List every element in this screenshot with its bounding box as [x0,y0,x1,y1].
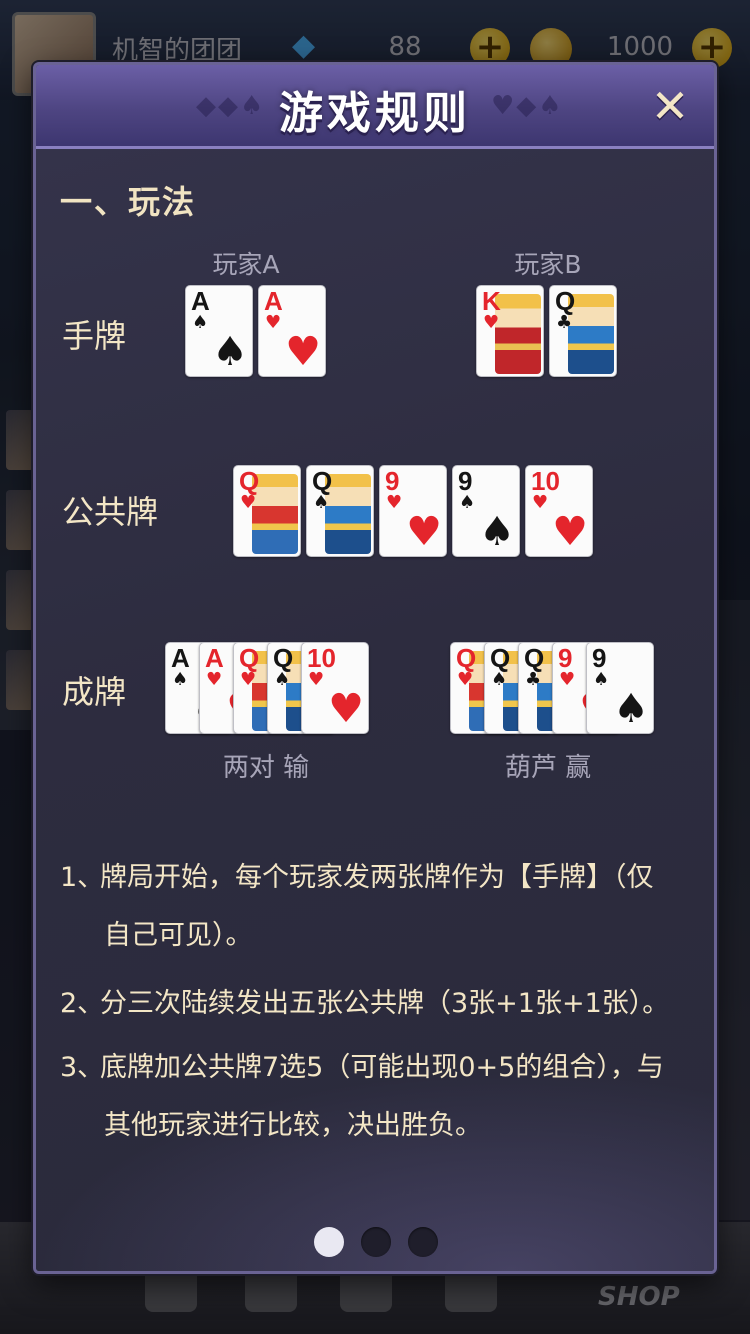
card-pip-icon: ♥ [406,509,442,555]
card-rank: Q [490,643,511,673]
player-a-result: 两对 输 [222,753,310,783]
playing-card: Q ♣ [549,285,617,377]
card-suit-icon: ♠ [313,492,330,513]
game-rules-dialog: ◆◆♠ ♥◆♠ 游戏规则 ✕ 一、玩法 玩家A 玩家B 手牌 公共牌 成牌 A ♠… [33,62,717,1274]
card-suit-icon: ♠ [172,669,189,690]
card-suit-icon: ♥ [532,492,549,513]
page-dot-1[interactable] [314,1227,344,1257]
close-button[interactable]: ✕ [644,81,696,133]
card-suit-icon: ♠ [192,312,209,333]
rule-item-1: 1、牌局开始，每个玩家发两张牌作为【手牌】（仅 自己可见）。 [60,862,654,951]
playing-card: 10 ♥ ♥ [525,465,593,557]
playing-card: 10 ♥ ♥ [301,642,369,734]
card-rank: A [264,286,283,316]
card-suit-icon: ♣ [556,312,573,333]
card-suit-icon: ♠ [274,669,291,690]
card-suit-icon: ♥ [559,669,576,690]
card-pip-icon: ♠ [479,509,515,555]
card-rank: A [191,286,210,316]
card-rank: Q [456,643,477,673]
community-label: 公共牌 [62,493,159,531]
card-rank: 9 [385,466,400,496]
card-rank: Q [312,466,333,496]
card-suit-icon: ♥ [483,312,500,333]
card-suit-icon: ♥ [240,669,257,690]
player-a-label: 玩家A [212,250,280,279]
page-dot-2[interactable] [361,1227,391,1257]
playing-card: Q ♠ [306,465,374,557]
card-rank: 9 [458,466,473,496]
card-rank: K [482,286,501,316]
playing-card: 9♥♥ [379,465,447,557]
card-suit-icon: ♠ [491,669,508,690]
card-pip-icon: ♠ [212,329,248,375]
page-dot-3[interactable] [408,1227,438,1257]
playing-card: Q ♥ [233,465,301,557]
hand-label: 手牌 [62,317,127,355]
player-b-result: 葫芦 赢 [504,753,592,783]
rule-item-3: 3、底牌加公共牌7选5（可能出现0+5的组合），与 其他玩家进行比较，决出胜负。 [60,1052,664,1141]
playing-card: 9 ♠ ♠ [452,465,520,557]
playing-card: K ♥ [476,285,544,377]
card-rank: 10 [531,466,560,496]
section-title: 一、玩法 [60,183,197,221]
dialog-header: ◆◆♠ ♥◆♠ 游戏规则 ✕ [36,65,714,149]
card-rank: A [171,643,190,673]
card-pip-icon: ♥ [552,509,588,555]
player-b-label: 玩家B [514,250,582,279]
card-rank: 10 [307,643,336,673]
card-rank: Q [239,643,260,673]
card-rank: Q [555,286,576,316]
card-suit-icon: ♠ [459,492,476,513]
face-card-art [495,294,541,374]
card-suit-icon: ♣ [525,669,542,690]
card-suit-icon: ♥ [206,669,223,690]
card-suit-icon: ♥ [240,492,257,513]
playing-card: 9 ♠ ♠ [586,642,654,734]
card-rank: Q [273,643,294,673]
card-pip-icon: ♠ [613,686,649,732]
card-suit-icon: ♥ [265,312,282,333]
card-rank: 9 [592,643,607,673]
card-rank: A [205,643,224,673]
playing-card: A♥♥ [258,285,326,377]
card-rank: Q [239,466,260,496]
card-rank: 9 [558,643,573,673]
card-suit-icon: ♥ [386,492,403,513]
made-hand-label: 成牌 [62,673,127,711]
playing-card: A♠♠ [185,285,253,377]
card-suit-icon: ♥ [308,669,325,690]
card-pip-icon: ♥ [285,329,321,375]
card-rank: Q [524,643,545,673]
rule-item-2: 2、分三次陆续发出五张公共牌（3张+1张+1张）。 [60,988,670,1019]
card-suit-icon: ♥ [457,669,474,690]
card-suit-icon: ♠ [593,669,610,690]
card-pip-icon: ♥ [328,686,364,732]
dialog-title: 游戏规则 [279,88,471,139]
